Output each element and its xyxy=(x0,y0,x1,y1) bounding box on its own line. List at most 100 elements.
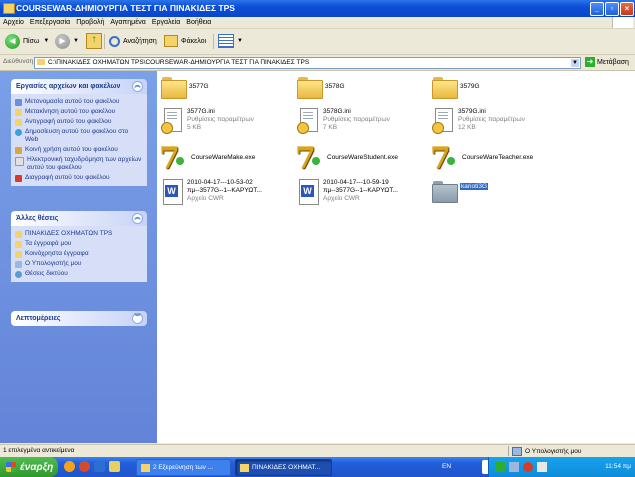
quicklaunch-media-icon[interactable] xyxy=(79,461,90,472)
cwr-file-item[interactable]: W 2010-04-17---10-59-19 πμ--3577G--1--ΚΑΡ… xyxy=(297,179,398,205)
title-bar[interactable]: COURSEWAR-ΔΗΜΙΟΥΡΓΙΑ ΤΕΣΤ ΓΙΑ ΠΙΝΑΚΙΔΕΣ … xyxy=(0,0,635,17)
panel-header[interactable]: Λεπτομέρειες ︾ xyxy=(11,311,147,326)
shared-folder-icon xyxy=(15,251,22,258)
tray-arrow-icon[interactable] xyxy=(495,462,505,472)
ini-file-item[interactable]: 3577G.ini Ρυθμίσεις παραμέτρων 5 KB xyxy=(161,108,254,134)
back-button[interactable]: ◄ Πίσω ▼ xyxy=(5,33,49,49)
ini-file-item[interactable]: 3578G.ini Ρυθμίσεις παραμέτρων 7 KB xyxy=(297,108,390,134)
place-network[interactable]: Θέσεις δικτύου xyxy=(11,269,147,279)
panel-header[interactable]: Εργασίες αρχείων και φακέλων ︽ xyxy=(11,79,147,94)
ini-file-item[interactable]: 3579G.ini Ρυθμίσεις παραμέτρων 12 KB xyxy=(432,108,525,134)
folder-item[interactable]: 3578G xyxy=(297,77,345,99)
place-label: ΠΙΝΑΚΙΔΕΣ ΟΧΗΜΑΤΩΝ TPS xyxy=(25,230,113,237)
task-publish-folder[interactable]: Δημοσίευση αυτού του φακέλου στο Web xyxy=(11,127,147,145)
search-button[interactable]: Αναζήτηση xyxy=(109,33,157,49)
panel-title: Λεπτομέρειες xyxy=(16,315,61,322)
exe-file-item[interactable]: 7 CourseWareMake.exe xyxy=(159,141,255,176)
toolbar-divider xyxy=(213,34,214,49)
application-icon: 7 xyxy=(295,141,323,176)
windows-logo-icon xyxy=(612,17,633,28)
file-type: Ρυθμίσεις παραμέτρων xyxy=(458,116,525,123)
views-button[interactable]: ▼ xyxy=(218,33,243,49)
file-type: Ρυθμίσεις παραμέτρων xyxy=(323,116,390,123)
clock[interactable]: 11:54 πμ xyxy=(605,463,631,470)
expand-icon[interactable]: ︾ xyxy=(132,313,143,324)
folder-icon xyxy=(297,77,323,99)
file-type: Ρυθμίσεις παραμέτρων xyxy=(187,116,254,123)
delete-icon xyxy=(15,175,22,182)
task-rename-folder[interactable]: Μετονομασία αυτού του φακέλου xyxy=(11,97,147,107)
file-list[interactable]: 3577G 3578G 3579G 3577G.ini Ρυθμίσεις παρ… xyxy=(157,71,635,443)
task-move-folder[interactable]: Μετακίνηση αυτού του φακέλου xyxy=(11,107,147,117)
file-folder-tasks-panel: Εργασίες αρχείων και φακέλων ︽ Μετονομασί… xyxy=(11,79,147,186)
task-label: Ηλεκτρονική ταχυδρόμηση των αρχείων αυτο… xyxy=(27,156,142,171)
file-size: 7 KB xyxy=(323,124,338,131)
task-label: Μετακίνηση αυτού του φακέλου xyxy=(25,108,116,115)
documents-icon xyxy=(15,241,22,248)
folder-item[interactable]: 3579G xyxy=(432,77,480,99)
task-label: Μετονομασία αυτού του φακέλου xyxy=(25,98,120,105)
language-indicator[interactable]: EN xyxy=(442,463,451,470)
menu-view[interactable]: Προβολή xyxy=(73,17,107,28)
tray-volume-icon[interactable] xyxy=(537,462,547,472)
selected-folder-item[interactable]: karioti3G xyxy=(432,181,489,203)
cwr-file-item[interactable]: W 2010-04-17---10-53-02 πμ--3577G--1--ΚΑΡ… xyxy=(161,179,262,205)
place-parent-folder[interactable]: ΠΙΝΑΚΙΔΕΣ ΟΧΗΜΑΤΩΝ TPS xyxy=(11,229,147,239)
tray-network-icon[interactable] xyxy=(509,462,519,472)
maximize-button[interactable]: ▫ xyxy=(605,2,619,16)
folder-item[interactable]: 3577G xyxy=(161,77,209,99)
quicklaunch-ie-icon[interactable] xyxy=(94,461,105,472)
chevron-down-icon[interactable]: ▼ xyxy=(73,38,79,44)
application-icon: 7 xyxy=(430,141,458,176)
forward-button[interactable]: ► ▼ xyxy=(55,33,79,49)
start-button[interactable]: έναρξη xyxy=(0,457,58,477)
up-folder-icon: ↑ xyxy=(86,33,102,49)
forward-arrow-icon: ► xyxy=(55,33,70,49)
globe-icon xyxy=(15,129,22,136)
up-folder-button[interactable]: ↑ xyxy=(86,33,102,49)
task-email-files[interactable]: Ηλεκτρονική ταχυδρόμηση των αρχείων αυτο… xyxy=(11,155,147,173)
menu-tools[interactable]: Εργαλεία xyxy=(149,17,183,28)
details-panel: Λεπτομέρειες ︾ xyxy=(11,311,147,326)
panel-header[interactable]: Άλλες θέσεις ︽ xyxy=(11,211,147,226)
chevron-down-icon[interactable]: ▼ xyxy=(237,38,243,44)
place-my-computer[interactable]: Ο Υπολογιστής μου xyxy=(11,259,147,269)
quicklaunch-desktop-icon[interactable] xyxy=(109,461,120,472)
place-my-documents[interactable]: Τα έγγραφά μου xyxy=(11,239,147,249)
folders-label: Φάκελοι xyxy=(181,37,207,45)
collapse-icon[interactable]: ︽ xyxy=(132,213,143,224)
minimize-button[interactable]: _ xyxy=(590,2,604,16)
file-name: CourseWareTeacher.exe xyxy=(462,154,534,161)
taskbar: έναρξη 2 Εξερεύνηση των ... ΠΙΝΑΚΙΔΕΣ ΟΧ… xyxy=(0,457,635,477)
menu-edit[interactable]: Επεξεργασία xyxy=(27,17,73,28)
task-delete-folder[interactable]: Διαγραφή αυτού του φακέλου xyxy=(11,173,147,183)
task-share-folder[interactable]: Κοινή χρήση αυτού του φακέλου xyxy=(11,145,147,155)
task-copy-folder[interactable]: Αντιγραφή αυτού του φακέλου xyxy=(11,117,147,127)
chevron-down-icon[interactable]: ▼ xyxy=(43,38,49,44)
close-button[interactable]: × xyxy=(620,2,634,16)
menu-favorites[interactable]: Αγαπημένα xyxy=(107,17,149,28)
tray-security-icon[interactable] xyxy=(523,462,533,472)
exe-file-item[interactable]: 7 CourseWareTeacher.exe xyxy=(430,141,534,176)
place-shared-documents[interactable]: Κοινόχρηστα έγγραφα xyxy=(11,249,147,259)
windows-logo-icon xyxy=(6,462,16,472)
email-icon xyxy=(15,157,24,166)
taskbar-explorer-group[interactable]: 2 Εξερεύνηση των ... xyxy=(136,459,231,476)
collapse-icon[interactable]: ︽ xyxy=(132,81,143,92)
exe-file-item[interactable]: 7 CourseWareStudent.exe xyxy=(295,141,398,176)
folders-button[interactable]: Φάκελοι xyxy=(164,33,206,49)
task-label: Αντιγραφή αυτού του φακέλου xyxy=(25,118,112,125)
application-icon: 7 xyxy=(159,141,187,176)
task-label: Δημοσίευση αυτού του φακέλου στο Web xyxy=(25,128,129,143)
menu-file[interactable]: Αρχείο xyxy=(0,17,27,28)
menu-help[interactable]: Βοήθεια xyxy=(183,17,214,28)
folder-icon xyxy=(3,3,15,14)
quicklaunch-firefox-icon[interactable] xyxy=(64,461,75,472)
address-input[interactable]: C:\ΠΙΝΑΚΙΔΕΣ ΟΧΗΜΑΤΩΝ TPS\COURSEWAR-ΔΗΜΙ… xyxy=(34,57,581,69)
place-label: Τα έγγραφά μου xyxy=(25,240,72,247)
taskbar-active-window[interactable]: ΠΙΝΑΚΙΔΕΣ ΟΧΗΜΑΤ... xyxy=(235,459,332,476)
menu-bar: Αρχείο Επεξεργασία Προβολή Αγαπημένα Εργαλεί… xyxy=(0,17,635,29)
file-name: 3578G.ini xyxy=(323,108,351,115)
go-button[interactable]: ➜ Μετάβαση xyxy=(585,57,629,67)
address-dropdown-icon[interactable]: ▼ xyxy=(571,59,579,67)
